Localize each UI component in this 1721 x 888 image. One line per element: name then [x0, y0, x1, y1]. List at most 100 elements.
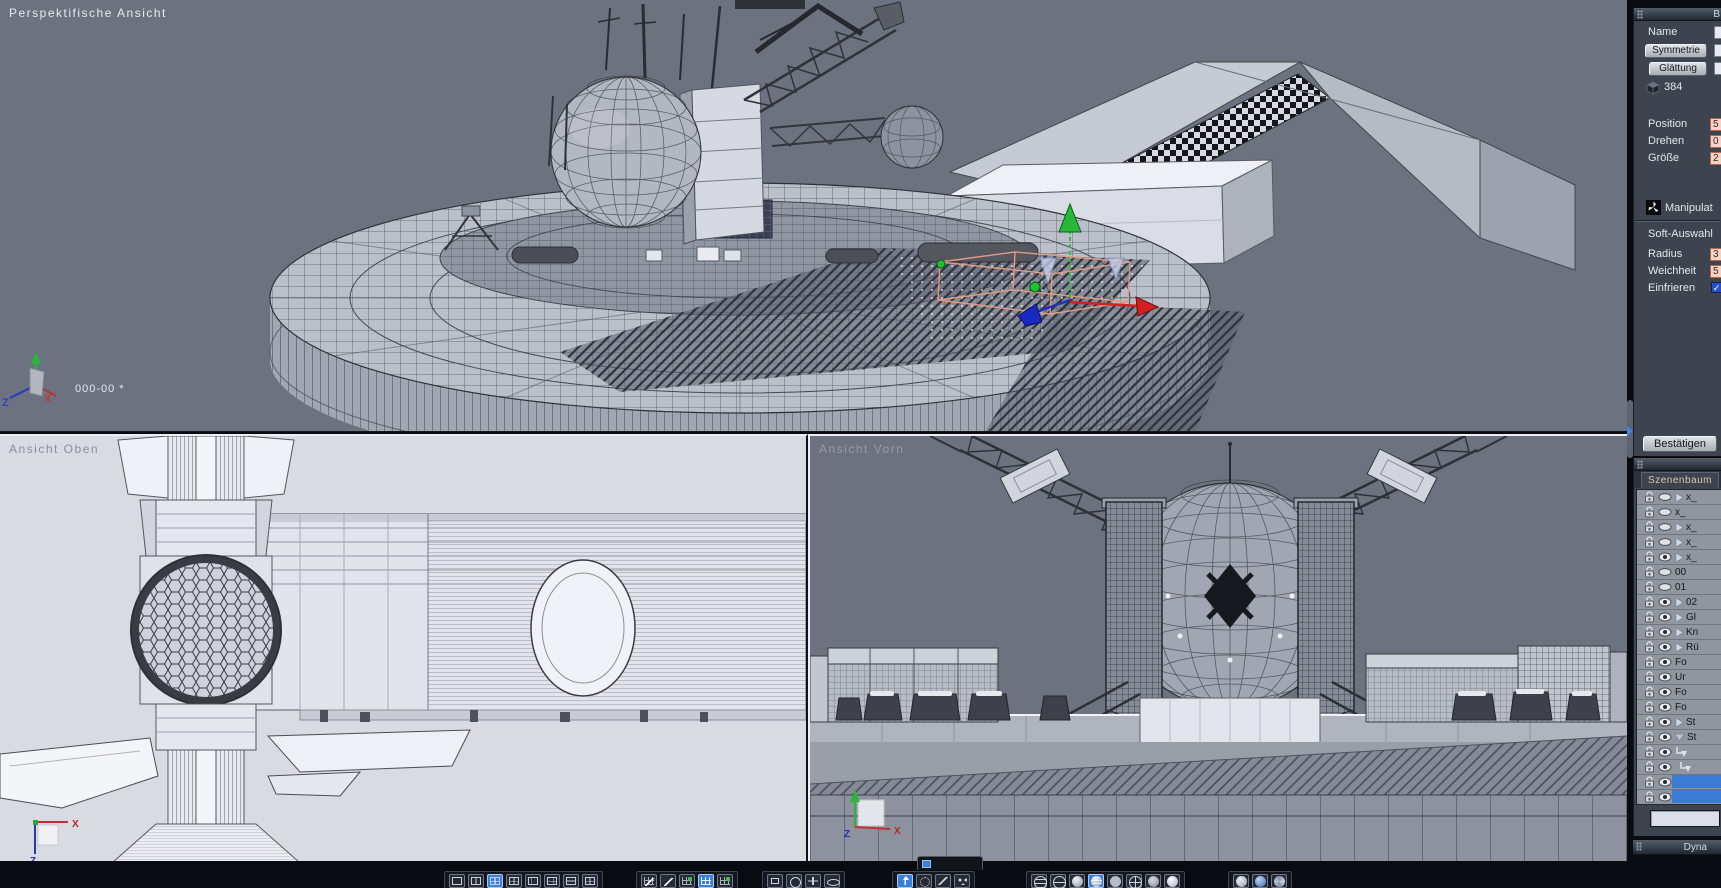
expand-arrow-icon[interactable]: [1675, 492, 1683, 502]
lock-icon[interactable]: [1644, 506, 1655, 518]
glossy-sphere-icon[interactable]: [1164, 874, 1180, 888]
eye-closed-icon[interactable]: [1658, 537, 1672, 547]
toolbar-flyout-handle[interactable]: [917, 856, 983, 870]
expand-arrow-icon[interactable]: [1675, 522, 1683, 532]
blue-sphere-icon[interactable]: [1252, 874, 1268, 888]
lock-icon[interactable]: [1644, 596, 1655, 608]
viewport-top[interactable]: X Z Ansicht Oben: [0, 434, 808, 861]
properties-panel-header[interactable]: B: [1634, 8, 1721, 21]
dynamics-panel-header[interactable]: Dyna: [1633, 840, 1721, 855]
tree-row[interactable]: x_: [1637, 520, 1721, 535]
eye-open-icon[interactable]: [1658, 732, 1672, 742]
sketch-arrow-icon[interactable]: [660, 874, 676, 888]
eye-open-icon[interactable]: [1658, 777, 1672, 787]
layout-single-icon[interactable]: [449, 874, 465, 888]
tree-row[interactable]: Ur: [1637, 670, 1721, 685]
eye-open-icon[interactable]: [1658, 597, 1672, 607]
frame-view-icon[interactable]: [767, 874, 783, 888]
smoothing-button[interactable]: Glättung: [1649, 62, 1707, 76]
eye-open-icon[interactable]: [1658, 612, 1672, 622]
tree-row[interactable]: St: [1637, 730, 1721, 745]
tree-row[interactable]: x_: [1637, 505, 1721, 520]
lock-icon[interactable]: [1644, 566, 1655, 578]
expand-arrow-icon[interactable]: [1675, 552, 1683, 562]
layout-quad-alt-icon[interactable]: [582, 874, 598, 888]
eye-closed-icon[interactable]: [1658, 567, 1672, 577]
flat-sphere-icon[interactable]: [1107, 874, 1123, 888]
hidden-line-globe-icon[interactable]: [1050, 874, 1066, 888]
lock-icon[interactable]: [1644, 611, 1655, 623]
grid-add-left-icon[interactable]: [679, 874, 695, 888]
lock-icon[interactable]: [1644, 746, 1655, 758]
layout-quad-icon[interactable]: [506, 874, 522, 888]
eye-open-icon[interactable]: [1658, 552, 1672, 562]
lock-icon[interactable]: [1644, 701, 1655, 713]
smoothing-field[interactable]: [1714, 62, 1721, 75]
tree-row[interactable]: St: [1637, 715, 1721, 730]
eye-open-icon[interactable]: [1658, 762, 1672, 772]
lock-icon[interactable]: [1644, 581, 1655, 593]
layout-three-left-icon[interactable]: [525, 874, 541, 888]
layout-two-horizontal-icon[interactable]: [563, 874, 579, 888]
tree-row[interactable]: Fo: [1637, 700, 1721, 715]
eye-closed-icon[interactable]: [1658, 507, 1672, 517]
eye-open-icon[interactable]: [1658, 657, 1672, 667]
viewport-perspective[interactable]: Perspektifische Ansicht Z X 000-00 *: [0, 0, 1627, 432]
eye-open-icon[interactable]: [1658, 642, 1672, 652]
solid-sphere-icon[interactable]: [1069, 874, 1085, 888]
eye-closed-icon[interactable]: [1658, 492, 1672, 502]
wire-shaded-sphere-icon[interactable]: [1088, 874, 1104, 888]
softness-field[interactable]: 5: [1710, 265, 1721, 278]
symmetry-field[interactable]: [1714, 44, 1721, 57]
tree-row[interactable]: [1637, 790, 1721, 804]
scene-tree-panel-header[interactable]: [1634, 458, 1721, 471]
textured-sphere-icon[interactable]: [1233, 874, 1249, 888]
radius-field[interactable]: 3: [1710, 248, 1721, 261]
tree-row[interactable]: 00: [1637, 565, 1721, 580]
lock-icon[interactable]: [1644, 776, 1655, 788]
lock-icon[interactable]: [1644, 491, 1655, 503]
tree-row[interactable]: [1637, 775, 1721, 790]
lock-icon[interactable]: [1644, 761, 1655, 773]
expand-arrow-icon[interactable]: [1675, 597, 1683, 607]
eye-open-icon[interactable]: [1658, 627, 1672, 637]
scale-tool-icon[interactable]: [935, 874, 951, 888]
viewport-front[interactable]: X Z Ansicht Vorn: [808, 434, 1627, 861]
expand-arrow-icon[interactable]: [1675, 537, 1683, 547]
tree-row[interactable]: Fo: [1637, 655, 1721, 670]
eye-open-icon[interactable]: [1658, 672, 1672, 682]
expand-arrow-icon[interactable]: [1675, 612, 1683, 622]
faceted-sphere-icon[interactable]: [1271, 874, 1287, 888]
panel-splitter-handle[interactable]: [1627, 400, 1633, 458]
eye-open-icon[interactable]: [1658, 687, 1672, 697]
scene-tree-filter-input[interactable]: [1650, 810, 1720, 827]
lock-icon[interactable]: [1644, 731, 1655, 743]
tree-row[interactable]: Gl: [1637, 610, 1721, 625]
layout-main-bottom-icon[interactable]: [487, 874, 503, 888]
lock-icon[interactable]: [1644, 686, 1655, 698]
tree-row[interactable]: x_: [1637, 535, 1721, 550]
size-field[interactable]: 2: [1710, 152, 1721, 165]
grid-blue-icon[interactable]: [698, 874, 714, 888]
eye-open-icon[interactable]: [1658, 792, 1672, 802]
lock-icon[interactable]: [1644, 641, 1655, 653]
layout-two-vertical-icon[interactable]: [468, 874, 484, 888]
pan-view-icon[interactable]: [805, 874, 821, 888]
tree-row[interactable]: 02: [1637, 595, 1721, 610]
lock-icon[interactable]: [1644, 536, 1655, 548]
eye-open-icon[interactable]: [1658, 702, 1672, 712]
freeze-checkbox[interactable]: ✓: [1711, 282, 1721, 293]
tree-row[interactable]: Kn: [1637, 625, 1721, 640]
lock-icon[interactable]: [1644, 521, 1655, 533]
expand-arrow-icon[interactable]: [1675, 627, 1683, 637]
eye-closed-icon[interactable]: [1658, 582, 1672, 592]
tree-row[interactable]: x_: [1637, 550, 1721, 565]
wire-sphere-icon[interactable]: [1126, 874, 1142, 888]
tree-row[interactable]: Fo: [1637, 685, 1721, 700]
tree-row[interactable]: [1637, 760, 1721, 775]
tab-szenenbaum[interactable]: Szenenbaum: [1641, 472, 1719, 488]
collapse-arrow-icon[interactable]: [1675, 733, 1684, 741]
symmetry-button[interactable]: Symmetrie: [1645, 44, 1707, 58]
expand-arrow-icon[interactable]: [1675, 717, 1683, 727]
lock-icon[interactable]: [1644, 551, 1655, 563]
